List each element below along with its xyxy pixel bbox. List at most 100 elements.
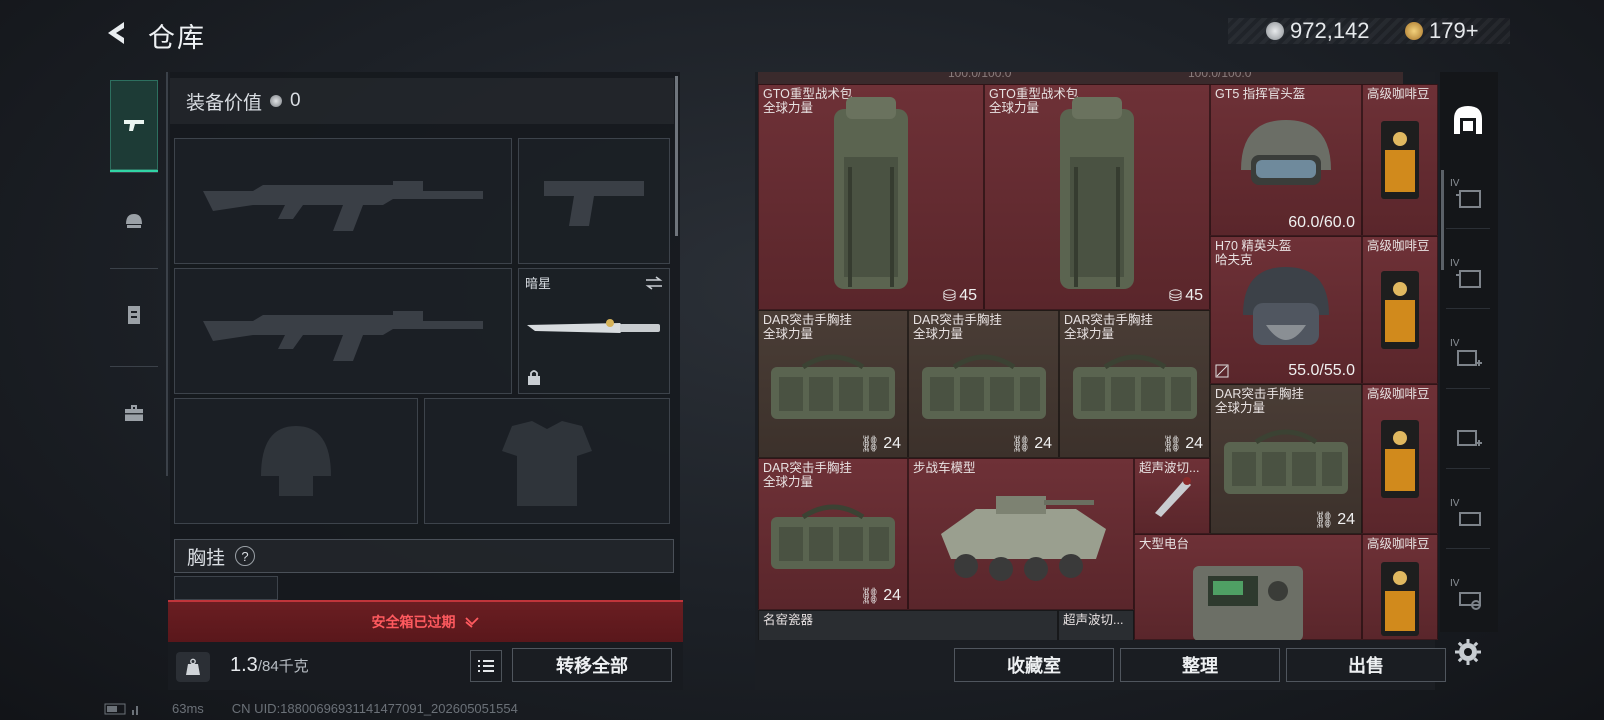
- item-ifv-model[interactable]: 步战车模型: [908, 458, 1134, 610]
- item-coffee[interactable]: 高级咖啡豆: [1362, 84, 1438, 236]
- rifle-silhouette-icon: [203, 181, 483, 231]
- rig-icon: ⛓: [859, 436, 881, 453]
- ping: 63ms: [172, 701, 204, 716]
- secondary-weapon-slot[interactable]: [174, 268, 512, 394]
- equipment-value: 0: [290, 90, 301, 111]
- helmet-silhouette-icon: [261, 426, 331, 496]
- collection-room-button[interactable]: 收藏室: [954, 648, 1114, 682]
- weight-value: 1.3: [230, 654, 258, 676]
- weight-max: /84千克: [257, 658, 309, 675]
- panel-scrollbar[interactable]: [675, 76, 678, 236]
- item-chest-rig[interactable]: DAR突击手胸挂 全球力量 ⛓ 24: [758, 458, 908, 610]
- sort-button[interactable]: 整理: [1120, 648, 1280, 682]
- back-button[interactable]: [102, 18, 132, 48]
- carry-weight: 1.3/84千克: [230, 654, 309, 677]
- item-chest-rig[interactable]: DAR突击手胸挂 全球力量 ⛓ 24: [908, 310, 1059, 458]
- back-arrow-icon: [108, 22, 124, 44]
- currency-main-value: 972,142: [1290, 18, 1370, 43]
- coin-icon: [1266, 22, 1284, 40]
- item-coffee[interactable]: 高级咖啡豆: [1362, 384, 1438, 534]
- weight-icon: ⛁: [1168, 288, 1183, 305]
- item-ultrasonic-cutter[interactable]: 超声波切...: [1058, 610, 1134, 640]
- melee-slot[interactable]: 暗星: [518, 268, 670, 394]
- coffee-bag-icon: [1381, 271, 1419, 349]
- settings-button[interactable]: [1446, 630, 1490, 674]
- rig-icon: ⛓: [1161, 436, 1183, 453]
- user-uid: CN UID:18800696931141477091_202605051554: [231, 701, 518, 716]
- category-tabs: [102, 72, 168, 476]
- rig-icon: ⛓: [1313, 512, 1335, 529]
- swap-icon[interactable]: [644, 275, 664, 291]
- secure-case-expired-banner[interactable]: 安全箱已过期: [168, 600, 683, 642]
- rifle-silhouette-icon: [203, 311, 483, 361]
- item-large-radio[interactable]: 大型电台: [1134, 534, 1362, 640]
- premium-coin-icon: [1405, 22, 1423, 40]
- item-coffee[interactable]: 高级咖啡豆: [1362, 534, 1438, 640]
- stash-page-1[interactable]: IV: [1446, 176, 1490, 220]
- coffee-bag-icon: [1381, 420, 1419, 498]
- stash-page-add-1[interactable]: IV: [1446, 336, 1490, 380]
- lock-icon: [528, 370, 540, 385]
- item-porcelain[interactable]: 名窑瓷器: [758, 610, 1058, 640]
- item-backpack[interactable]: GTO重型战术包 全球力量 ⛁ 45: [758, 84, 984, 310]
- currency-main: 972,142: [1266, 18, 1370, 44]
- rig-icon: ⛓: [859, 588, 881, 605]
- helmet-icon: [1241, 120, 1331, 185]
- page-title: 仓库: [148, 23, 206, 53]
- helmet-slot[interactable]: [174, 398, 418, 524]
- stash-page-4[interactable]: IV: [1446, 576, 1490, 620]
- pistol-silhouette-icon: [544, 181, 644, 226]
- item-helmet[interactable]: GT5 指挥官头盔 60.0/60.0: [1210, 84, 1362, 236]
- stash-page-2[interactable]: IV: [1446, 256, 1490, 300]
- coffee-bag-icon: [1381, 121, 1419, 199]
- chest-rig-slot[interactable]: [174, 576, 278, 600]
- tab-weapons[interactable]: [110, 80, 158, 173]
- item-chest-rig[interactable]: DAR突击手胸挂 全球力量 ⛓ 24: [1059, 310, 1210, 458]
- sidearm-slot[interactable]: [518, 138, 670, 264]
- cutter-icon: [1155, 477, 1191, 517]
- chest-rig-icon: [921, 354, 1046, 419]
- chest-rig-icon: [1072, 354, 1197, 419]
- tab-backpack[interactable]: [110, 176, 158, 266]
- item-backpack[interactable]: GTO重型战术包 全球力量 ⛁ 45: [984, 84, 1210, 310]
- battery-signal-icon: [104, 703, 138, 715]
- tab-chest-rig[interactable]: [110, 270, 158, 360]
- item-coffee[interactable]: 高级咖啡豆: [1362, 236, 1438, 384]
- toolbox-icon: [125, 405, 143, 421]
- item-helmet[interactable]: H70 精英头盔 哈夫克 55.0/55.0: [1210, 236, 1362, 384]
- top-cap-value: 100.0/100.0: [1188, 72, 1252, 80]
- chest-rig-row[interactable]: 胸挂 ?: [174, 539, 674, 573]
- tab-toolbox[interactable]: [110, 368, 158, 458]
- armor-silhouette-icon: [502, 421, 592, 506]
- radio-icon: [1193, 566, 1303, 640]
- currency-premium[interactable]: 179+: [1405, 18, 1479, 44]
- item-ultrasonic-cutter[interactable]: 超声波切...: [1134, 458, 1210, 534]
- damaged-icon: [1215, 364, 1229, 378]
- equipment-value-label: 装备价值: [186, 92, 263, 114]
- item-chest-rig[interactable]: DAR突击手胸挂 全球力量 ⛓ 24: [758, 310, 908, 458]
- helmet-icon: [126, 214, 142, 228]
- primary-weapon-slot[interactable]: [174, 138, 512, 264]
- stash-page-add-2[interactable]: [1446, 416, 1490, 460]
- rig-icon: ⛓: [1010, 436, 1032, 453]
- stash-page-3[interactable]: IV: [1446, 496, 1490, 540]
- kg-weight-icon: [176, 652, 210, 682]
- list-view-button[interactable]: [470, 650, 502, 682]
- backpack-icon: [1060, 97, 1134, 289]
- knife-icon: [527, 319, 660, 333]
- item-chest-rig[interactable]: DAR突击手胸挂 全球力量 ⛓ 24: [1210, 384, 1362, 534]
- transfer-all-button[interactable]: 转移全部: [512, 648, 672, 682]
- stash-page-main[interactable]: [1446, 98, 1490, 142]
- vehicle-model-icon: [941, 496, 1106, 581]
- help-icon[interactable]: ?: [235, 546, 256, 566]
- sell-button[interactable]: 出售: [1286, 648, 1446, 682]
- equipment-value-row: 装备价值 0: [170, 78, 674, 124]
- chest-rig-label: 胸挂: [187, 547, 226, 569]
- coffee-bag-icon: [1381, 562, 1419, 636]
- add-stash-icon: [1457, 430, 1482, 446]
- expired-text: 安全箱已过期: [371, 614, 456, 630]
- stash-scrollbar[interactable]: [1441, 170, 1444, 270]
- backpack-icon: [834, 97, 908, 289]
- chevron-down-icon: [464, 617, 479, 628]
- armor-slot[interactable]: [424, 398, 670, 524]
